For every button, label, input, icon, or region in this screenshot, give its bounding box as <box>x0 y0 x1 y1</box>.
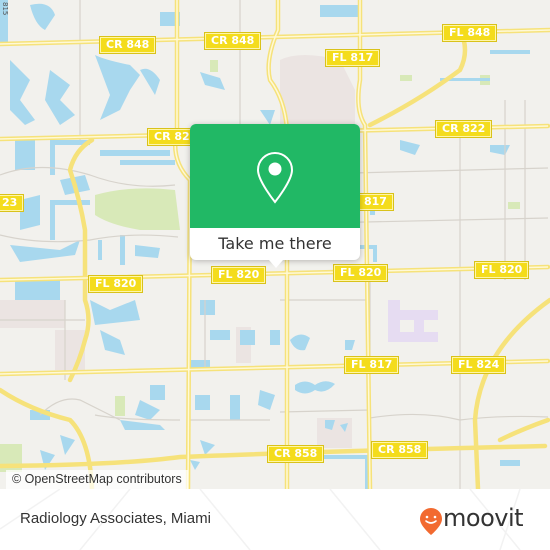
location-pin-icon <box>256 151 294 204</box>
label-fl820-west: FL 820 <box>89 276 143 292</box>
label-cr858-east: CR 858 <box>372 442 428 458</box>
label-fl820-mid: FL 820 <box>212 267 266 283</box>
destination-popup[interactable]: Take me there <box>190 124 360 268</box>
label-cr858-west: CR 858 <box>268 446 324 462</box>
label-fl817-south: FL 817 <box>345 357 399 373</box>
label-cr848-west: CR 848 <box>100 37 156 53</box>
label-817-partial: 817 <box>358 194 393 210</box>
place-name: Radiology Associates, Miami <box>20 510 211 527</box>
popup-header[interactable] <box>190 124 360 228</box>
label-815-partial: 815 <box>1 2 9 16</box>
label-fl820-center: FL 820 <box>334 265 388 281</box>
footer-bar: Radiology Associates, Miami moovit <box>0 489 550 550</box>
label-fl820-east: FL 820 <box>475 262 529 278</box>
institution-area <box>388 300 438 342</box>
label-cr822-east: CR 822 <box>436 121 492 137</box>
take-me-there-button[interactable]: Take me there <box>190 228 360 260</box>
map-attribution[interactable]: © OpenStreetMap contributors <box>6 470 188 489</box>
label-cr848-mid: CR 848 <box>205 33 261 49</box>
moovit-smiley-pin-icon <box>420 508 442 535</box>
label-823-partial: 23 <box>0 195 24 211</box>
moovit-wordmark: moovit <box>443 504 524 532</box>
map-view[interactable]: CR 848 CR 848 FL 848 FL 817 CR 822 CR 82… <box>0 0 550 489</box>
label-fl824: FL 824 <box>452 357 506 373</box>
label-fl848: FL 848 <box>443 25 497 41</box>
label-fl817-north: FL 817 <box>326 50 380 66</box>
popup-pointer <box>269 260 283 268</box>
